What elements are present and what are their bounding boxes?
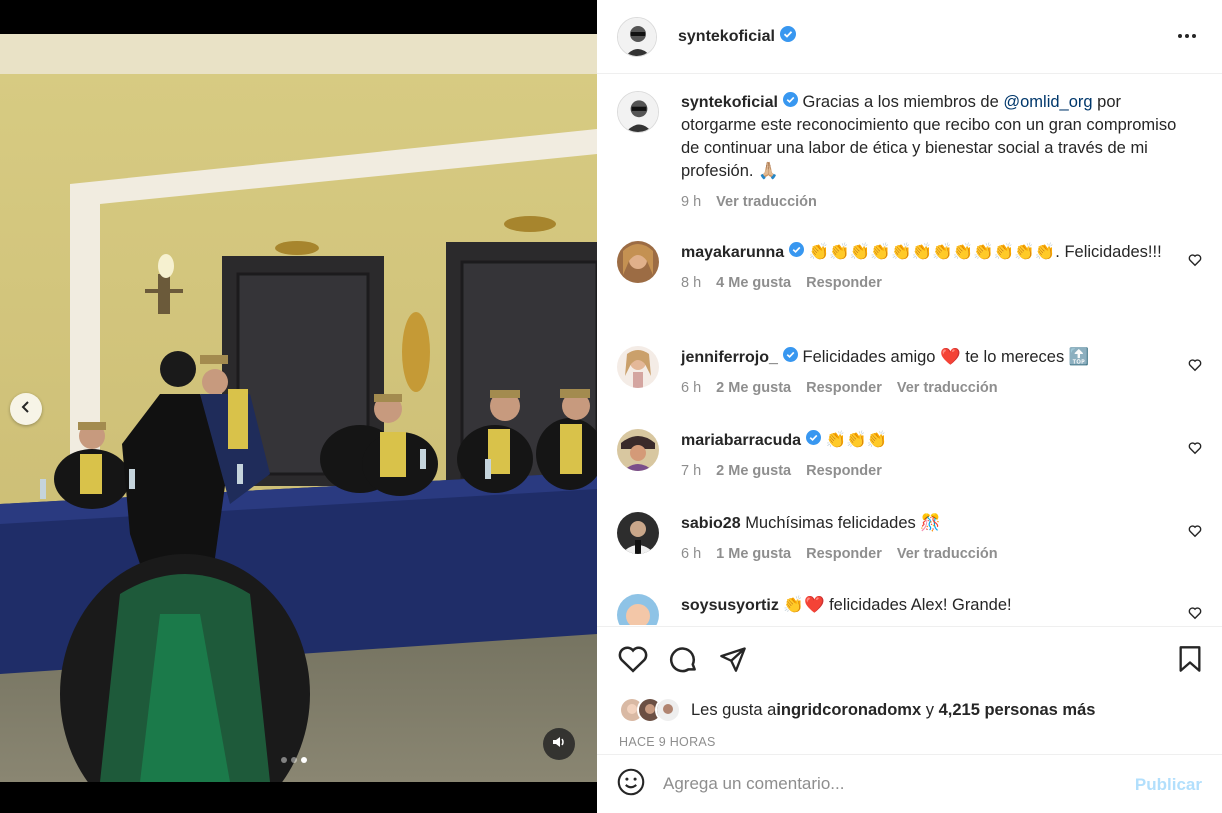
caption-username[interactable]: syntekoficial — [681, 94, 778, 111]
caption-text: Gracias a los miembros de — [802, 93, 1004, 111]
verified-badge-icon — [782, 91, 798, 114]
verified-badge-icon — [779, 26, 796, 47]
comment-like-heart-icon[interactable] — [1188, 253, 1202, 272]
commenter-avatar[interactable] — [617, 241, 659, 283]
comment-username[interactable]: sabio28 — [681, 515, 741, 532]
carousel-dot-active — [301, 757, 307, 763]
speaker-icon — [552, 735, 566, 754]
comment-likes-count[interactable]: 2 Me gusta — [716, 377, 791, 400]
comment-text: Muchísimas felicidades 🎊 — [745, 514, 941, 532]
likes-summary[interactable]: Les gusta a ingridcoronadomx y 4,215 per… — [619, 697, 1095, 723]
caption-time[interactable]: 9 h — [681, 191, 701, 214]
comment-text: Felicidades amigo ❤️ te lo mereces 🔝 — [802, 348, 1090, 366]
verified-badge-icon — [782, 346, 798, 369]
comment-username[interactable]: mayakarunna — [681, 244, 784, 261]
comment-time[interactable]: 6 h — [681, 377, 701, 400]
carousel-dot — [291, 757, 297, 763]
author-username[interactable]: syntekoficial — [678, 28, 775, 46]
bookmark-icon[interactable] — [1177, 645, 1203, 678]
comment-like-heart-icon[interactable] — [1188, 524, 1202, 543]
comment-text: 👏👏👏👏👏👏👏👏👏👏👏👏. Felicidades!!! — [808, 243, 1162, 261]
post-photo[interactable] — [0, 34, 597, 782]
commenter-avatar[interactable] — [617, 429, 659, 471]
heart-icon[interactable] — [618, 645, 648, 678]
post-media — [0, 0, 597, 813]
comment-username[interactable]: soysusyortiz — [681, 597, 779, 614]
post-details-panel: syntekoficial syntekoficial Gracias a lo… — [597, 0, 1222, 813]
likes-mid: y — [921, 700, 939, 719]
comment-likes-count[interactable]: 4 Me gusta — [716, 272, 791, 295]
comments-list[interactable]: syntekoficial Gracias a los miembros de … — [597, 75, 1222, 625]
reply-button[interactable]: Responder — [806, 272, 882, 295]
comment-like-heart-icon[interactable] — [1188, 441, 1202, 460]
chevron-left-icon — [20, 400, 32, 418]
post-modal: syntekoficial syntekoficial Gracias a lo… — [0, 0, 1222, 813]
commenter-avatar[interactable] — [617, 594, 659, 625]
likers-avatars — [619, 697, 681, 723]
reply-button[interactable]: Responder — [806, 460, 882, 483]
author-avatar[interactable] — [617, 91, 659, 133]
paper-plane-icon[interactable] — [719, 645, 747, 678]
carousel-indicator — [281, 757, 307, 763]
post-header: syntekoficial — [597, 0, 1222, 74]
translate-link[interactable]: Ver traducción — [897, 543, 998, 566]
comment-text: 👏👏👏 — [825, 431, 888, 449]
liker-username[interactable]: ingridcoronadomx — [776, 701, 921, 720]
carousel-prev-button[interactable] — [10, 393, 42, 425]
verified-badge-icon — [806, 429, 822, 452]
comment-like-heart-icon[interactable] — [1188, 358, 1202, 377]
translate-link[interactable]: Ver traducción — [716, 191, 817, 214]
comment-likes-count[interactable]: 1 Me gusta — [716, 543, 791, 566]
comment-username[interactable]: jenniferrojo_ — [681, 349, 778, 366]
comment-bubble-icon[interactable] — [669, 645, 699, 680]
likes-others[interactable]: 4,215 personas más — [939, 701, 1096, 720]
smiley-icon[interactable] — [617, 768, 645, 801]
comment-text: 👏❤️ felicidades Alex! Grande! — [783, 596, 1012, 614]
verified-badge-icon — [789, 241, 805, 264]
author-avatar[interactable] — [617, 16, 657, 57]
comment-username[interactable]: mariabarracuda — [681, 432, 801, 449]
reply-button[interactable]: Responder — [806, 543, 882, 566]
comment-input[interactable] — [663, 774, 1103, 794]
reply-button[interactable]: Responder — [806, 377, 882, 400]
comment-time[interactable]: 6 h — [681, 543, 701, 566]
more-horizontal-icon[interactable] — [1176, 25, 1198, 52]
comment-likes-count[interactable]: 2 Me gusta — [716, 460, 791, 483]
liker-avatar — [655, 697, 681, 723]
post-timestamp[interactable]: HACE 9 HORAS — [619, 735, 716, 749]
carousel-dot — [281, 757, 287, 763]
commenter-avatar[interactable] — [617, 512, 659, 554]
commenter-avatar[interactable] — [617, 346, 659, 388]
add-comment-bar: Publicar — [597, 754, 1222, 813]
comment-like-heart-icon[interactable] — [1188, 606, 1202, 625]
mention-link[interactable]: @omlid_org — [1003, 93, 1092, 111]
likes-prefix: Les gusta a — [691, 700, 777, 719]
comment-time[interactable]: 7 h — [681, 460, 701, 483]
post-actions-bar — [597, 626, 1222, 690]
publish-button[interactable]: Publicar — [1135, 775, 1202, 795]
translate-link[interactable]: Ver traducción — [897, 377, 998, 400]
audio-toggle-button[interactable] — [543, 728, 575, 760]
comment-time[interactable]: 8 h — [681, 272, 701, 295]
